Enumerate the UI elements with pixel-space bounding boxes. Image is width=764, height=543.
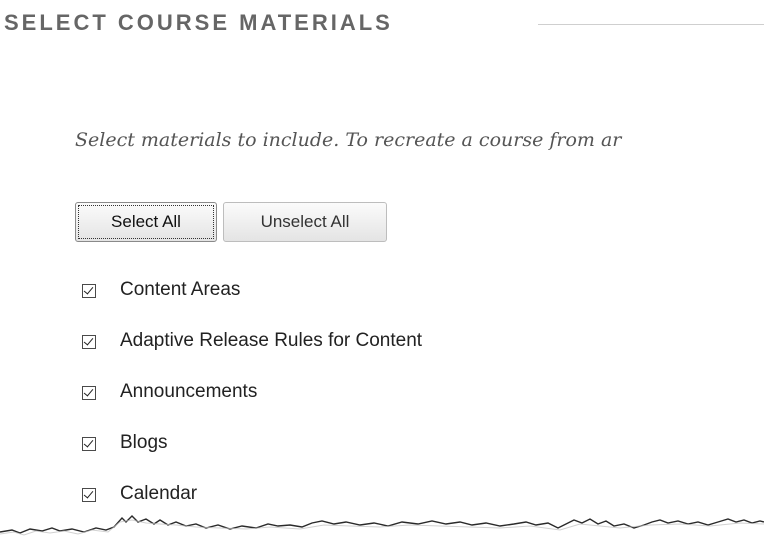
section-header: SELECT COURSE MATERIALS: [0, 4, 764, 44]
material-label: Blogs: [120, 432, 168, 453]
content-areas-checkbox[interactable]: [82, 284, 96, 298]
blogs-checkbox[interactable]: [82, 437, 96, 451]
instructions-text: Select materials to include. To recreate…: [75, 129, 622, 151]
section-divider: [538, 24, 764, 25]
material-item-adaptive-release[interactable]: Adaptive Release Rules for Content: [82, 327, 422, 378]
materials-checklist: Content Areas Adaptive Release Rules for…: [82, 276, 422, 531]
material-item-announcements[interactable]: Announcements: [82, 378, 422, 429]
material-label: Calendar: [120, 483, 198, 504]
torn-paper-edge: [0, 515, 764, 543]
material-item-content-areas[interactable]: Content Areas: [82, 276, 422, 327]
announcements-checkbox[interactable]: [82, 386, 96, 400]
select-all-button[interactable]: Select All: [75, 202, 217, 242]
material-item-blogs[interactable]: Blogs: [82, 429, 422, 480]
material-label: Announcements: [120, 381, 258, 402]
material-label: Adaptive Release Rules for Content: [120, 330, 423, 351]
calendar-checkbox[interactable]: [82, 488, 96, 502]
section-title: SELECT COURSE MATERIALS: [4, 10, 393, 35]
adaptive-release-checkbox[interactable]: [82, 335, 96, 349]
unselect-all-button[interactable]: Unselect All: [223, 202, 387, 242]
material-label: Content Areas: [120, 279, 241, 300]
